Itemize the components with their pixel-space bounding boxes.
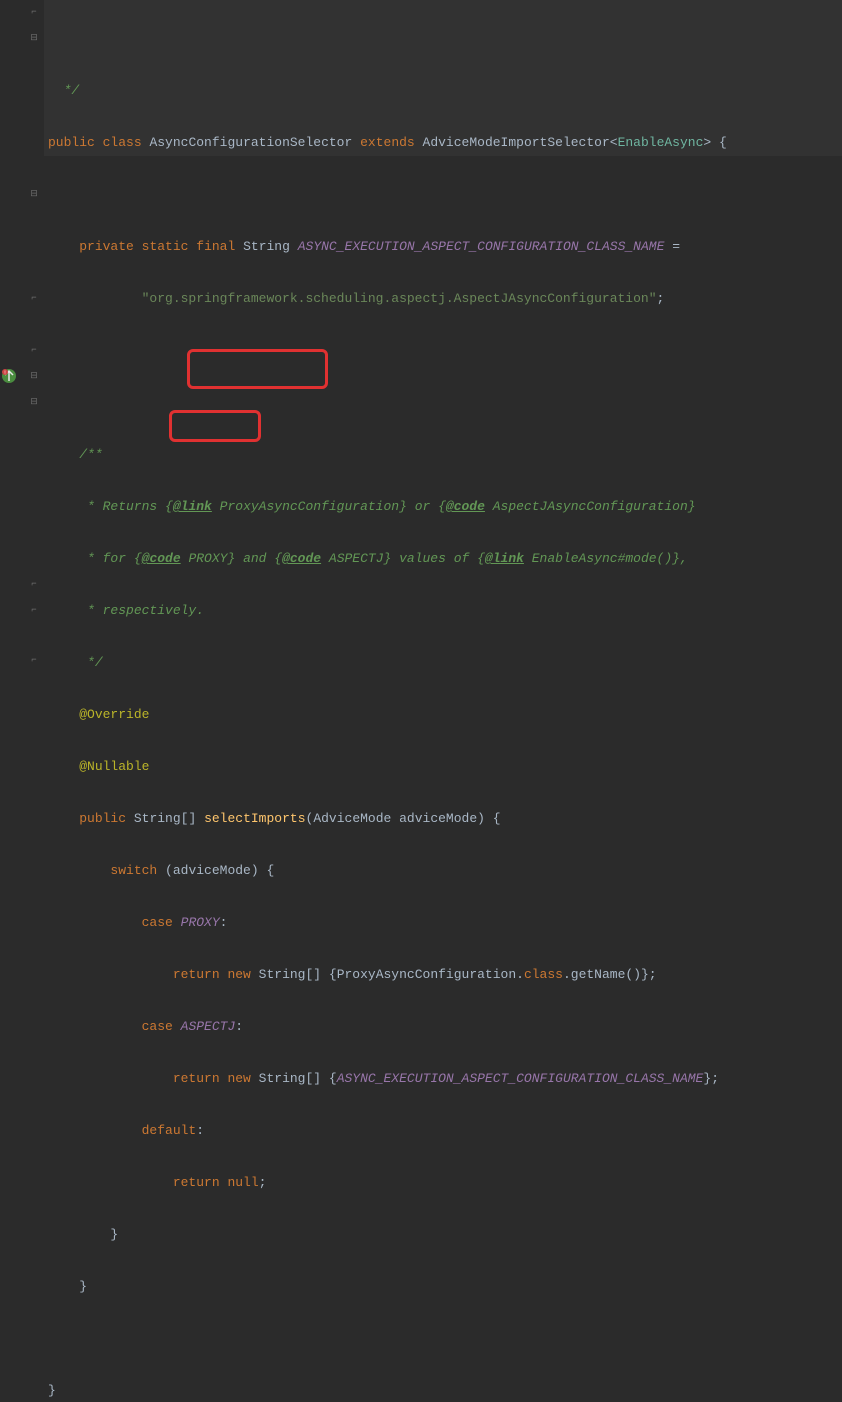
code-line: */: [48, 78, 842, 104]
code-line: [48, 182, 842, 208]
fold-end-icon[interactable]: ⌐: [28, 6, 40, 18]
code-line: }: [48, 1222, 842, 1248]
code-line: return new String[] {ASYNC_EXECUTION_ASP…: [48, 1066, 842, 1092]
fold-end-icon[interactable]: ⌐: [28, 578, 40, 590]
code-line: [48, 1326, 842, 1352]
code-line: * respectively.: [48, 598, 842, 624]
code-line: [48, 338, 842, 364]
code-line: return null;: [48, 1170, 842, 1196]
code-content-area[interactable]: */ public class AsyncConfigurationSelect…: [44, 0, 842, 701]
fold-end-icon[interactable]: ⌐: [28, 654, 40, 666]
editor-gutter: ⌐ ⊟ ⊟ ⌐ ⌐ ⊟ ⊟ ⌐ ⌐ ⌐ !: [0, 0, 44, 701]
code-line: * Returns {@link ProxyAsyncConfiguration…: [48, 494, 842, 520]
override-marker-icon[interactable]: !: [0, 367, 18, 385]
fold-start-icon[interactable]: ⊟: [28, 188, 40, 200]
code-line: case PROXY:: [48, 910, 842, 936]
code-line: }: [48, 1274, 842, 1300]
code-line: }: [48, 1378, 842, 1402]
code-line: @Override: [48, 702, 842, 728]
code-editor: ⌐ ⊟ ⊟ ⌐ ⌐ ⊟ ⊟ ⌐ ⌐ ⌐ ! */ public class As…: [0, 0, 842, 701]
code-line: case ASPECTJ:: [48, 1014, 842, 1040]
code-line: */: [48, 650, 842, 676]
svg-text:!: !: [3, 370, 6, 376]
code-line: * for {@code PROXY} and {@code ASPECTJ} …: [48, 546, 842, 572]
code-line: "org.springframework.scheduling.aspectj.…: [48, 286, 842, 312]
code-line: /**: [48, 442, 842, 468]
code-line: default:: [48, 1118, 842, 1144]
fold-start-icon[interactable]: ⊟: [28, 370, 40, 382]
fold-end-icon[interactable]: ⌐: [28, 344, 40, 356]
code-line: switch (adviceMode) {: [48, 858, 842, 884]
code-line: public class AsyncConfigurationSelector …: [48, 130, 842, 156]
code-line: [48, 390, 842, 416]
code-line: private static final String ASYNC_EXECUT…: [48, 234, 842, 260]
fold-end-icon[interactable]: ⌐: [28, 292, 40, 304]
fold-start-icon[interactable]: ⊟: [28, 396, 40, 408]
fold-end-icon[interactable]: ⌐: [28, 604, 40, 616]
code-line: public String[] selectImports(AdviceMode…: [48, 806, 842, 832]
code-line: @Nullable: [48, 754, 842, 780]
fold-start-icon[interactable]: ⊟: [28, 32, 40, 44]
code-line: return new String[] {ProxyAsyncConfigura…: [48, 962, 842, 988]
